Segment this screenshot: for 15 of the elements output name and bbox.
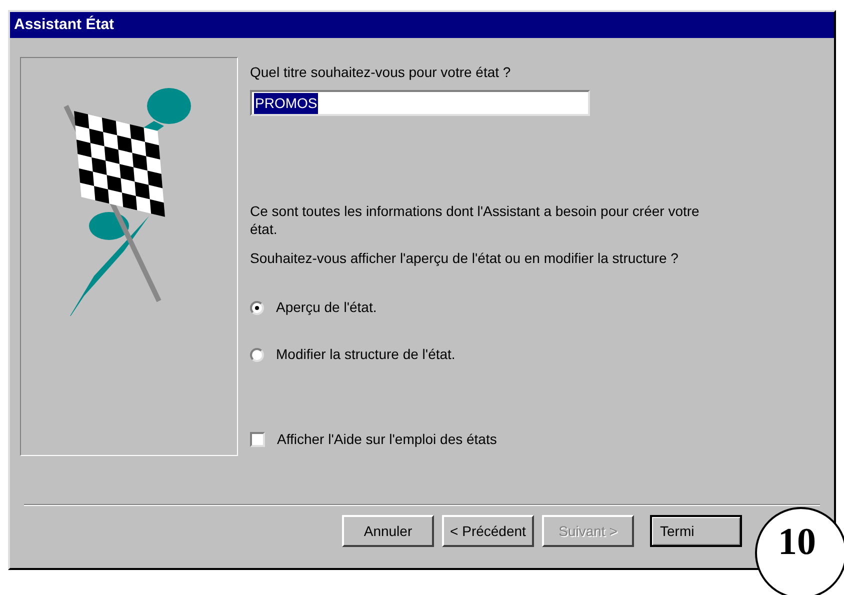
info-text: Ce sont toutes les informations dont l'Assistant a besoin pour créer votre état. bbox=[250, 202, 700, 238]
checkbox[interactable] bbox=[250, 432, 265, 447]
radio-label: Modifier la structure de l'état. bbox=[276, 345, 456, 364]
checkbox-label: Afficher l'Aide sur l'emploi des états bbox=[277, 430, 497, 449]
radio-button[interactable] bbox=[250, 300, 264, 314]
radio-button[interactable] bbox=[250, 348, 264, 362]
title-prompt: Quel titre souhaitez-vous pour votre état ? bbox=[250, 63, 512, 82]
radio-label: Aperçu de l'état. bbox=[276, 298, 377, 317]
dialog-button[interactable]: Termi bbox=[650, 515, 742, 547]
title-input-field[interactable]: PROMOS bbox=[250, 90, 590, 116]
dialog-button[interactable]: < Précédent bbox=[442, 515, 534, 547]
step-badge: 10 bbox=[755, 507, 844, 595]
question-text: Souhaitez-vous afficher l'aperçu de l'état ou en modifier la structure ? bbox=[250, 249, 680, 268]
dialog-button[interactable]: Annuler bbox=[342, 515, 434, 547]
window-title: Assistant État bbox=[10, 12, 834, 38]
